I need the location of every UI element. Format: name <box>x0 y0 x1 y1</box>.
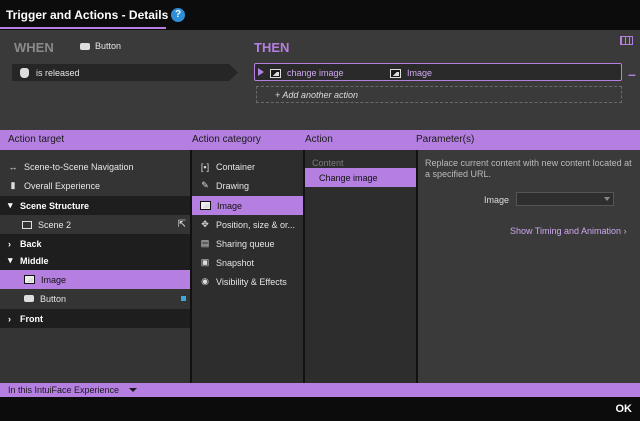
container-icon: [▪] <box>200 161 210 172</box>
action-list: Content Change image <box>305 150 416 383</box>
category-label: Image <box>217 200 243 211</box>
rule-editor: WHEN Button is released THEN change imag… <box>0 30 640 160</box>
image-icon <box>200 201 211 210</box>
target-label: Scene Structure <box>20 200 90 211</box>
target-label: Front <box>20 313 43 324</box>
category-drawing[interactable]: ✎ Drawing <box>192 176 303 195</box>
target-scene-navigation[interactable]: ↔ Scene-to-Scene Navigation <box>0 157 190 176</box>
dialog-footer: OK <box>0 397 640 421</box>
window-title: Trigger and Actions - Details <box>6 8 169 22</box>
action-target-list: ↔ Scene-to-Scene Navigation ▮ Overall Ex… <box>0 150 190 383</box>
action-category-list: [▪] Container ✎ Drawing Image ✥ Position… <box>192 150 303 383</box>
target-scene-2[interactable]: Scene 2 ⇱ <box>0 215 190 234</box>
action-description: Replace current content with new content… <box>425 158 632 179</box>
then-label: THEN <box>254 40 290 55</box>
pen-icon: ✎ <box>201 180 209 190</box>
action-change-image[interactable]: Change image <box>305 168 416 187</box>
trigger-event[interactable]: is released <box>12 64 238 81</box>
eye-icon: ◉ <box>201 276 209 286</box>
trigger-event-label: is released <box>36 67 80 78</box>
trigger-source-label: Button <box>95 41 122 51</box>
chevron-down-icon <box>129 388 138 392</box>
snapshot-icon: ▣ <box>200 257 210 267</box>
arrow-icon <box>258 68 264 76</box>
navigation-icon: ↔ <box>8 161 18 172</box>
image-param-label: Image <box>484 195 510 205</box>
image-icon <box>390 68 401 78</box>
header-action-category: Action category <box>192 134 261 145</box>
target-overall-experience[interactable]: ▮ Overall Experience <box>0 176 190 195</box>
target-group-scene-structure[interactable]: ▾ Scene Structure <box>0 196 190 215</box>
parameters-panel: Replace current content with new content… <box>418 150 640 383</box>
action-section-label: Content <box>312 158 344 168</box>
ok-button[interactable]: OK <box>616 403 633 415</box>
header-action: Action <box>305 134 333 145</box>
category-visibility[interactable]: ◉ Visibility & Effects <box>192 272 303 291</box>
target-label: Image <box>41 274 67 285</box>
chevron-right-icon: › <box>8 313 11 324</box>
target-button[interactable]: Button <box>0 289 190 308</box>
category-label: Sharing queue <box>216 238 275 249</box>
target-group-front[interactable]: › Front <box>0 309 190 328</box>
grid-icon[interactable] <box>620 36 633 45</box>
scene-icon <box>22 220 32 229</box>
target-label: Scene-to-Scene Navigation <box>24 161 134 172</box>
target-label: Button <box>40 293 67 304</box>
button-icon <box>24 295 34 302</box>
scope-selector[interactable]: In this IntuiFace Experience <box>0 383 640 397</box>
target-label: Middle <box>20 255 49 266</box>
when-label: WHEN <box>14 40 54 55</box>
target-group-middle[interactable]: ▾ Middle <box>0 251 190 270</box>
button-icon <box>80 42 90 50</box>
action-name-label: change image <box>287 68 344 78</box>
category-container[interactable]: [▪] Container <box>192 157 303 176</box>
category-sharing-queue[interactable]: ▤ Sharing queue <box>192 234 303 253</box>
image-icon <box>24 275 35 284</box>
help-icon[interactable]: ? <box>171 8 185 22</box>
target-label: Back <box>20 238 42 249</box>
title-bar: Trigger and Actions - Details ? <box>0 0 640 30</box>
image-param-select[interactable] <box>516 192 614 206</box>
category-snapshot[interactable]: ▣ Snapshot <box>192 253 303 272</box>
remove-action-icon[interactable]: – <box>628 66 636 82</box>
category-label: Drawing <box>216 180 250 191</box>
category-label: Visibility & Effects <box>216 276 287 287</box>
category-label: Position, size & or... <box>216 219 296 230</box>
action-name: change image <box>270 68 344 78</box>
category-label: Container <box>216 161 256 172</box>
chevron-right-icon: › <box>8 238 11 249</box>
category-image[interactable]: Image <box>192 196 303 215</box>
experience-icon: ▮ <box>10 180 16 190</box>
header-parameters: Parameter(s) <box>416 134 475 145</box>
hand-icon <box>20 67 29 78</box>
target-label: Scene 2 <box>38 219 72 230</box>
image-icon <box>270 68 281 78</box>
action-target: Image <box>390 68 432 78</box>
action-target-label: Image <box>407 68 433 78</box>
target-image[interactable]: Image <box>0 270 190 289</box>
chevron-right-icon: › <box>623 226 627 236</box>
category-position[interactable]: ✥ Position, size & or... <box>192 215 303 234</box>
queue-icon: ▤ <box>200 238 210 248</box>
title-underline <box>0 27 166 29</box>
scope-label: In this IntuiFace Experience <box>8 385 120 395</box>
status-badge <box>181 296 186 301</box>
action-item[interactable]: change image Image <box>254 63 622 81</box>
show-timing-link[interactable]: Show Timing and Animation › <box>510 226 627 236</box>
link-icon[interactable]: ⇱ <box>178 219 186 230</box>
target-label: Overall Experience <box>24 180 101 191</box>
move-icon: ✥ <box>201 219 209 229</box>
trigger-source[interactable]: Button <box>80 41 121 51</box>
chevron-down-icon: ▾ <box>8 200 13 210</box>
timing-link-label: Show Timing and Animation <box>510 226 622 236</box>
chevron-down-icon: ▾ <box>8 255 13 265</box>
header-action-target: Action target <box>8 134 65 145</box>
add-action-button[interactable]: + Add another action <box>256 86 622 103</box>
column-headers: Action target Action category Action Par… <box>0 130 640 150</box>
category-label: Snapshot <box>216 257 255 268</box>
